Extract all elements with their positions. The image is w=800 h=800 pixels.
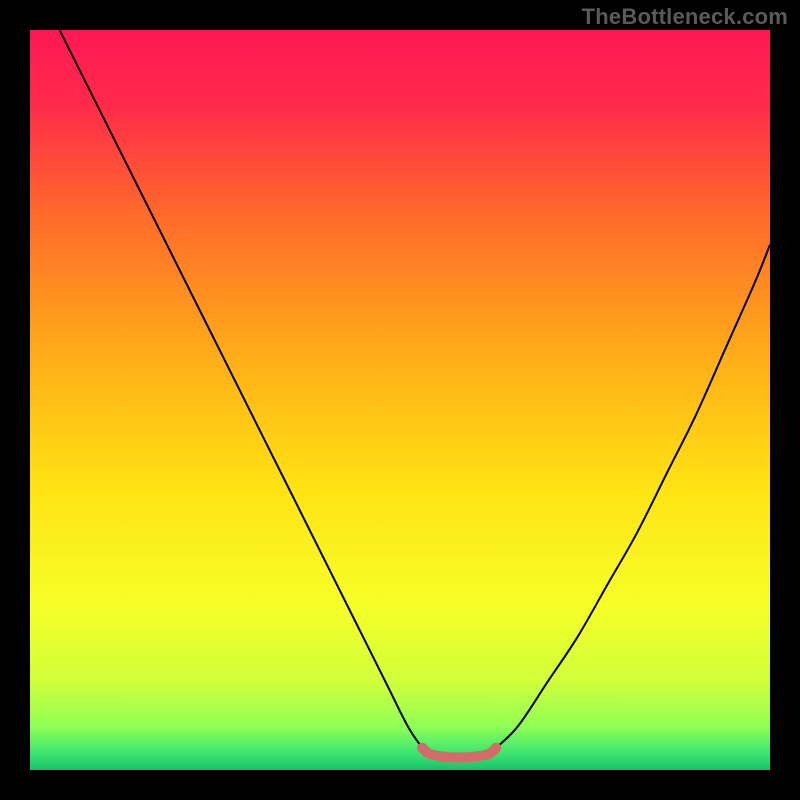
watermark-text: TheBottleneck.com [582,4,788,30]
gradient-background [30,30,770,770]
plot-area [30,30,770,770]
chart-frame: TheBottleneck.com [0,0,800,800]
trough-start-dot [417,743,427,753]
bottleneck-chart [30,30,770,770]
trough-end-dot [491,743,501,753]
